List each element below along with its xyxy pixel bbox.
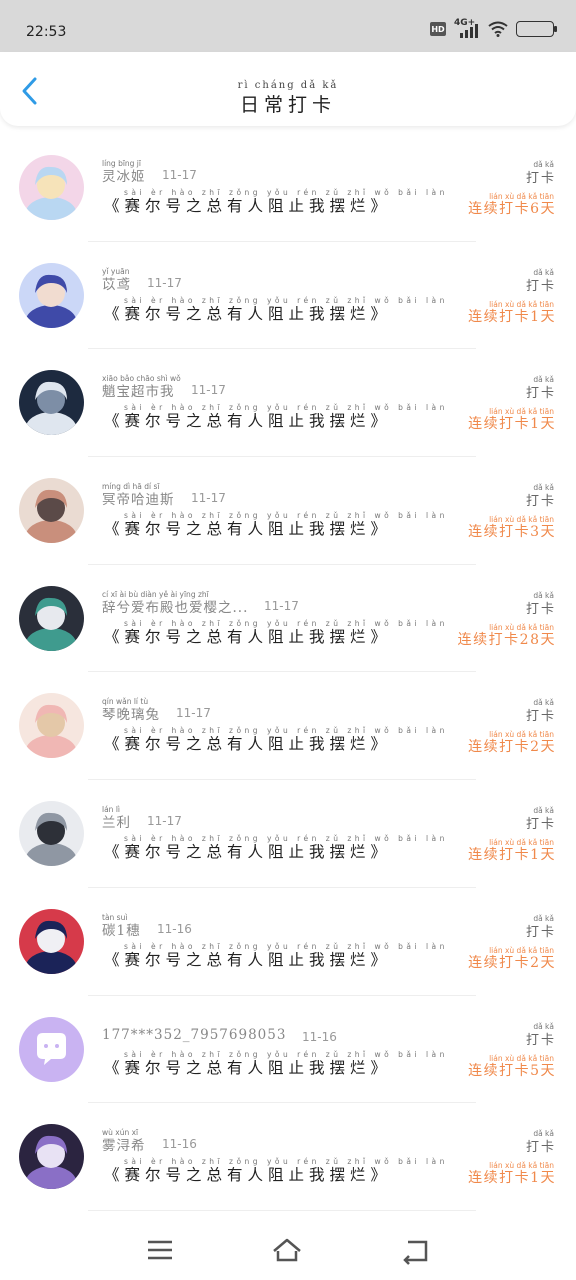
list-item[interactable]: wù xún xī 雾浔希 11-16 sài èr hào zhī zǒng …	[0, 1103, 576, 1211]
header: rì cháng dǎ kǎ 日常打卡	[0, 52, 576, 126]
streak-count: 连续打卡1天	[468, 308, 556, 325]
list-item[interactable]: yǐ yuān 苡鸢 11-17 sài èr hào zhī zǒng yǒu…	[0, 242, 576, 350]
divider	[88, 1209, 476, 1211]
checkin-label[interactable]: 打卡	[526, 1029, 556, 1048]
checkin-label[interactable]: 打卡	[526, 921, 556, 940]
streak-count: 连续打卡6天	[468, 201, 556, 217]
post-date: 11-16	[302, 1029, 337, 1044]
avatar[interactable]	[19, 1016, 84, 1082]
menu-icon[interactable]	[144, 1234, 176, 1266]
battery-icon	[516, 21, 557, 37]
post-title[interactable]: 《赛尔号之总有人阻止我摆烂》	[104, 732, 391, 754]
post-date: 11-17	[264, 598, 299, 613]
checkin-label[interactable]: 打卡	[526, 1136, 556, 1155]
avatar[interactable]	[19, 262, 84, 328]
user-name: 辞兮爱布殿也爱樱之...	[102, 599, 249, 616]
checkin-list: líng bīng jī 灵冰姬 11-17 sài èr hào zhī zǒ…	[0, 134, 576, 1211]
post-date: 11-16	[162, 1137, 197, 1152]
list-item[interactable]: tàn suì 碳1穗 11-16 sài èr hào zhī zǒng yǒ…	[0, 888, 576, 996]
list-item[interactable]: qín wǎn lí tù 琴晚璃兔 11-17 sài èr hào zhī …	[0, 672, 576, 781]
nav-bar	[0, 1220, 576, 1280]
post-title[interactable]: 《赛尔号之总有人阻止我摆烂》	[104, 840, 391, 862]
checkin-label[interactable]: 打卡	[526, 705, 556, 724]
avatar[interactable]	[19, 478, 84, 544]
streak-count: 连续打卡1天	[468, 1170, 556, 1187]
post-title[interactable]: 《赛尔号之总有人阻止我摆烂》	[104, 625, 391, 647]
user-name: 冥帝哈迪斯	[102, 492, 175, 509]
streak-count: 连续打卡2天	[468, 739, 556, 756]
user-name: 魈宝超市我	[102, 384, 175, 401]
post-title[interactable]: 《赛尔号之总有人阻止我摆烂》	[104, 1163, 391, 1185]
checkin-label[interactable]: 打卡	[526, 598, 556, 617]
post-date: 11-17	[162, 168, 197, 182]
post-title[interactable]: 《赛尔号之总有人阻止我摆烂》	[104, 1056, 391, 1078]
streak-count: 连续打卡5天	[468, 1062, 556, 1079]
post-title[interactable]: 《赛尔号之总有人阻止我摆烂》	[104, 302, 391, 324]
list-item[interactable]: cí xī ài bù diàn yě ài yīng zhī 辞兮爱布殿也爱樱…	[0, 565, 576, 673]
streak-count: 连续打卡2天	[468, 954, 556, 971]
user-name: 雾浔希	[102, 1138, 146, 1155]
post-date: 11-17	[191, 491, 226, 506]
checkin-label[interactable]: 打卡	[526, 490, 556, 509]
user-name: 碳1穗	[102, 922, 141, 939]
post-title[interactable]: 《赛尔号之总有人阻止我摆烂》	[104, 517, 391, 539]
user-name: 苡鸢	[102, 276, 131, 293]
checkin-label[interactable]: 打卡	[526, 167, 556, 186]
checkin-label[interactable]: 打卡	[526, 813, 556, 832]
avatar[interactable]	[19, 801, 84, 867]
post-date: 11-17	[147, 275, 182, 290]
list-item[interactable]: 177***352_7957698053 11-16 sài èr hào zh…	[0, 996, 576, 1104]
avatar[interactable]	[19, 370, 84, 436]
wifi-icon	[488, 21, 508, 37]
streak-count: 连续打卡3天	[468, 524, 556, 541]
checkin-label[interactable]: 打卡	[526, 382, 556, 401]
post-title[interactable]: 《赛尔号之总有人阻止我摆烂》	[104, 409, 391, 431]
list-item[interactable]: xiāo bǎo chāo shì wǒ 魈宝超市我 11-17 sài èr …	[0, 349, 576, 458]
streak-count: 连续打卡28天	[457, 631, 556, 648]
return-icon[interactable]	[400, 1234, 432, 1266]
user-name: 琴晚璃兔	[102, 707, 160, 724]
signal-icon: 4G+	[454, 18, 480, 38]
post-title[interactable]: 《赛尔号之总有人阻止我摆烂》	[104, 194, 391, 216]
streak-count: 连续打卡1天	[468, 416, 556, 433]
avatar[interactable]	[19, 693, 84, 759]
post-date: 11-17	[176, 706, 211, 721]
list-item[interactable]: líng bīng jī 灵冰姬 11-17 sài èr hào zhī zǒ…	[0, 134, 576, 242]
user-name: 177***352_7957698053	[102, 1026, 287, 1043]
user-name: 灵冰姬	[102, 169, 146, 185]
avatar[interactable]	[19, 155, 84, 220]
page-title: 日常打卡	[239, 94, 336, 116]
post-date: 11-16	[157, 921, 192, 936]
post-title[interactable]: 《赛尔号之总有人阻止我摆烂》	[104, 948, 391, 970]
list-item[interactable]: míng dì hā dí sī 冥帝哈迪斯 11-17 sài èr hào …	[0, 457, 576, 565]
avatar[interactable]	[19, 1124, 84, 1190]
avatar[interactable]	[19, 908, 84, 974]
hd-icon: HD	[430, 22, 446, 36]
home-icon[interactable]	[271, 1234, 303, 1266]
status-icons: HD 4G+	[430, 18, 557, 38]
post-date: 11-17	[191, 383, 226, 398]
list-item[interactable]: lán lì 兰利 11-17 sài èr hào zhī zǒng yǒu …	[0, 780, 576, 888]
post-date: 11-17	[147, 814, 182, 829]
user-name: 兰利	[102, 815, 131, 832]
avatar[interactable]	[19, 585, 84, 651]
checkin-label[interactable]: 打卡	[526, 275, 556, 294]
streak-count: 连续打卡1天	[468, 847, 556, 864]
status-bar: 22:53 HD 4G+	[0, 0, 576, 52]
status-time: 22:53	[26, 24, 67, 40]
